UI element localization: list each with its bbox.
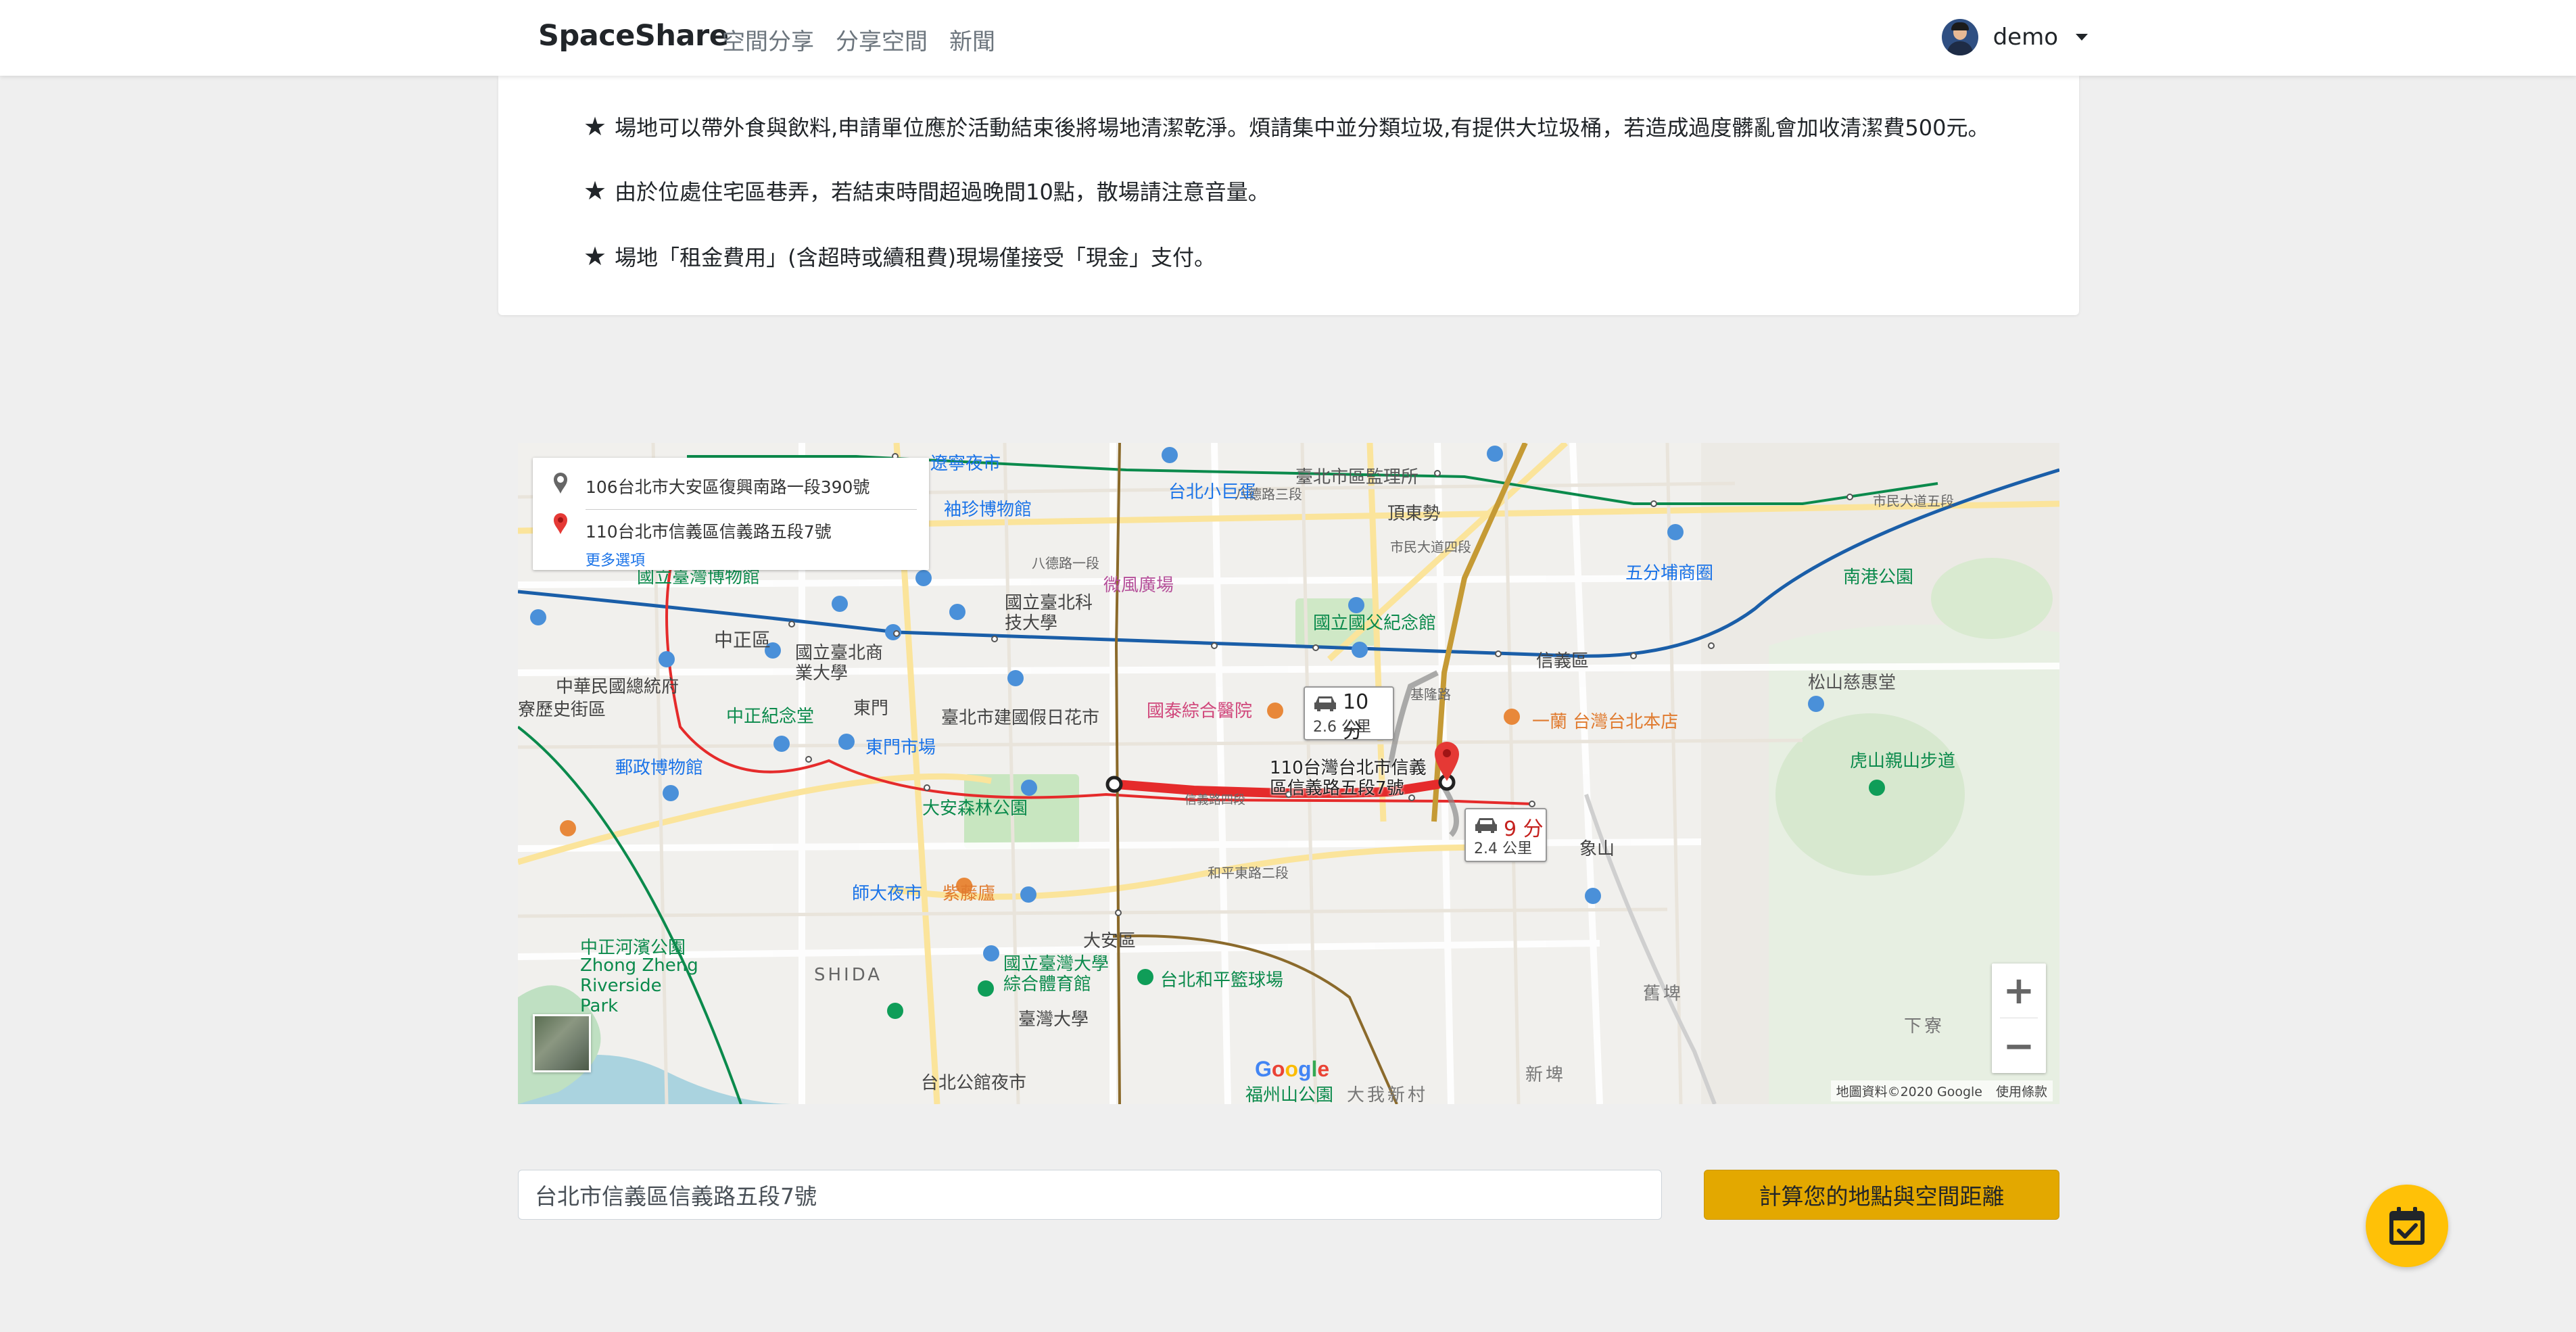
map-place-label: 遼寧夜市 [930, 454, 1001, 474]
user-name: demo [1993, 24, 2058, 51]
brand-logo[interactable]: SpaceShare [538, 19, 729, 53]
map-place-label: 台北和平籃球場 [1160, 970, 1284, 991]
destination-address: 110台北市信義區信義路五段7號 [586, 522, 832, 542]
map-place-label: 師大夜市 [852, 884, 923, 904]
origin-marker-icon [554, 473, 567, 494]
map-place-label: 福州山公園 [1245, 1085, 1334, 1104]
map-place-label: 臺灣大學 [1018, 1009, 1089, 1030]
zoom-controls: + − [1992, 964, 2046, 1073]
rule-item: ★ 由於位處住宅區巷弄，若結束時間超過晚間10點，散場請注意音量。 [583, 175, 1270, 206]
map-attribution: 地圖資料©2020 Google 使用條款 [1830, 1080, 2053, 1101]
map-street-label: 八德路一段 [1032, 555, 1099, 571]
rule-text: 場地可以帶外食與飲料,申請單位應於活動結束後將場地清潔乾淨。煩請集中並分類垃圾,… [615, 115, 1990, 141]
route-distance: 2.4 公里 [1474, 840, 1532, 857]
map-street-label: 八德路三段 [1235, 486, 1302, 502]
avatar [1941, 19, 1978, 55]
nav-link-share-space[interactable]: 分享空間 [836, 23, 928, 56]
car-icon [1314, 696, 1336, 711]
rule-item: ★ 場地可以帶外食與飲料,申請單位應於活動結束後將場地清潔乾淨。煩請集中並分類垃… [583, 111, 1990, 142]
map-place-label: 中華民國總統府 [556, 677, 679, 697]
map-place-label: SHIDA [814, 965, 883, 985]
map-place-label: 國立臺北科技大學 [1005, 593, 1093, 634]
navbar: SpaceShare 空間分享 分享空間 新聞 demo [0, 0, 2576, 76]
rule-text: 由於位處住宅區巷弄，若結束時間超過晚間10點，散場請注意音量。 [615, 179, 1270, 205]
map-place-label: 國泰綜合醫院 [1147, 701, 1253, 721]
map-place-label: 新埤 [1525, 1065, 1567, 1085]
map-place-label: 國立國父紀念館 [1313, 613, 1437, 634]
destination-label-line: 110台灣台北市信義 [1270, 758, 1427, 778]
map-place-label: 中正紀念堂 [726, 707, 815, 727]
map-place-label: 信義區 [1536, 651, 1590, 671]
map-street-label: 和平東路二段 [1208, 865, 1289, 881]
nav-links: 空間分享 分享空間 新聞 [722, 23, 995, 56]
rule-text: 場地「租金費用」(含超時或續租費)現場僅接受「現金」支付。 [615, 245, 1216, 270]
nav-link-space-share[interactable]: 空間分享 [722, 23, 814, 56]
zoom-in-button[interactable]: + [1992, 964, 2046, 1018]
satellite-toggle[interactable] [533, 1014, 591, 1072]
map-street-label: 信義路四段 [1185, 793, 1245, 807]
map-place-label: 象山 [1579, 839, 1615, 859]
map-place-label: 國立臺北商業大學 [795, 643, 884, 684]
map-place-label: 台北公館夜市 [921, 1073, 1027, 1093]
map-place-label: 南港公園 [1843, 567, 1914, 588]
map-place-label: 大安森林公園 [922, 799, 1028, 819]
map-place-label: 中正區 [714, 629, 771, 651]
address-input[interactable] [518, 1170, 1662, 1220]
route-map[interactable]: 遼寧夜市 臺北市區監理所 台北小巨蛋 袖珍博物館 頂東勢 五分埔商圈 南港公園 … [518, 443, 2059, 1104]
map-place-label: 大我新村 [1347, 1085, 1429, 1104]
map-place-label: 寮歷史街區 [518, 700, 606, 720]
user-menu[interactable]: demo [1941, 19, 2088, 55]
map-place-label: 大安區 [1083, 931, 1137, 951]
star-icon: ★ [583, 112, 607, 141]
attribution-text: 地圖資料©2020 Google [1836, 1085, 1982, 1099]
booking-fab-button[interactable] [2366, 1185, 2448, 1267]
calendar-check-icon [2389, 1207, 2425, 1245]
destination-label-line: 區信義路五段7號 [1270, 778, 1404, 799]
directions-divider [586, 509, 917, 510]
map-street-label: 市民大道五段 [1873, 493, 1954, 509]
car-icon [1475, 818, 1497, 833]
rule-item: ★ 場地「租金費用」(含超時或續租費)現場僅接受「現金」支付。 [583, 241, 1216, 272]
route-distance: 2.6 公里 [1313, 719, 1371, 736]
map-place-label: 頂東勢 [1387, 504, 1441, 524]
zoom-out-button[interactable]: − [1992, 1019, 2046, 1073]
map-place-label: 袖珍博物館 [944, 500, 1032, 520]
calculate-distance-button[interactable]: 計算您的地點與空間距離 [1704, 1170, 2059, 1220]
map-place-label: 一蘭 台灣台北本店 [1532, 712, 1679, 732]
map-place-label: 東門 [853, 698, 889, 719]
map-place-label: 國立臺灣大學綜合體育館 [1003, 954, 1110, 995]
map-place-label: 臺北市區監理所 [1295, 467, 1419, 487]
map-place-label: 微風廣場 [1103, 575, 1174, 596]
map-street-label: 市民大道四段 [1390, 539, 1471, 555]
route-time-box[interactable]: 9 分 2.4 公里 [1464, 808, 1547, 862]
chevron-down-icon [2076, 34, 2088, 41]
route-time-box[interactable]: 10 分 2.6 公里 [1304, 686, 1394, 743]
google-logo: Google [1255, 1057, 1330, 1081]
origin-address: 106台北市大安區復興南路一段390號 [586, 477, 870, 497]
star-icon: ★ [583, 176, 607, 206]
map-street-label: 基隆路 [1410, 686, 1451, 703]
map-place-label: 紫藤廬 [943, 884, 996, 904]
map-place-label: 臺北市建國假日花市 [941, 708, 1100, 728]
map-place-label: 郵政博物館 [615, 758, 704, 778]
map-place-label: Zhong Zheng Riverside Park [580, 955, 698, 1016]
destination-marker-label: 110台灣台北市信義 區信義路五段7號 [1270, 758, 1427, 799]
terms-link[interactable]: 使用條款 [1996, 1082, 2047, 1100]
nav-link-news[interactable]: 新聞 [949, 23, 995, 56]
star-icon: ★ [583, 241, 607, 271]
rules-card: ★ 場地可以帶外食與飲料,申請單位應於活動結束後將場地清潔乾淨。煩請集中並分類垃… [498, 76, 2079, 315]
map-place-label: 東門市場 [865, 738, 936, 758]
map-place-label: 下寮 [1904, 1016, 1945, 1037]
map-place-label: 舊埤 [1643, 984, 1684, 1004]
map-place-label: 五分埔商圈 [1625, 563, 1714, 584]
map-place-label: 松山慈惠堂 [1808, 673, 1897, 693]
directions-panel: 106台北市大安區復興南路一段390號 110台北市信義區信義路五段7號 更多選… [533, 458, 929, 570]
map-place-label: 虎山親山步道 [1850, 751, 1956, 771]
more-options-link[interactable]: 更多選項 [586, 548, 645, 570]
destination-marker-icon [554, 513, 567, 534]
